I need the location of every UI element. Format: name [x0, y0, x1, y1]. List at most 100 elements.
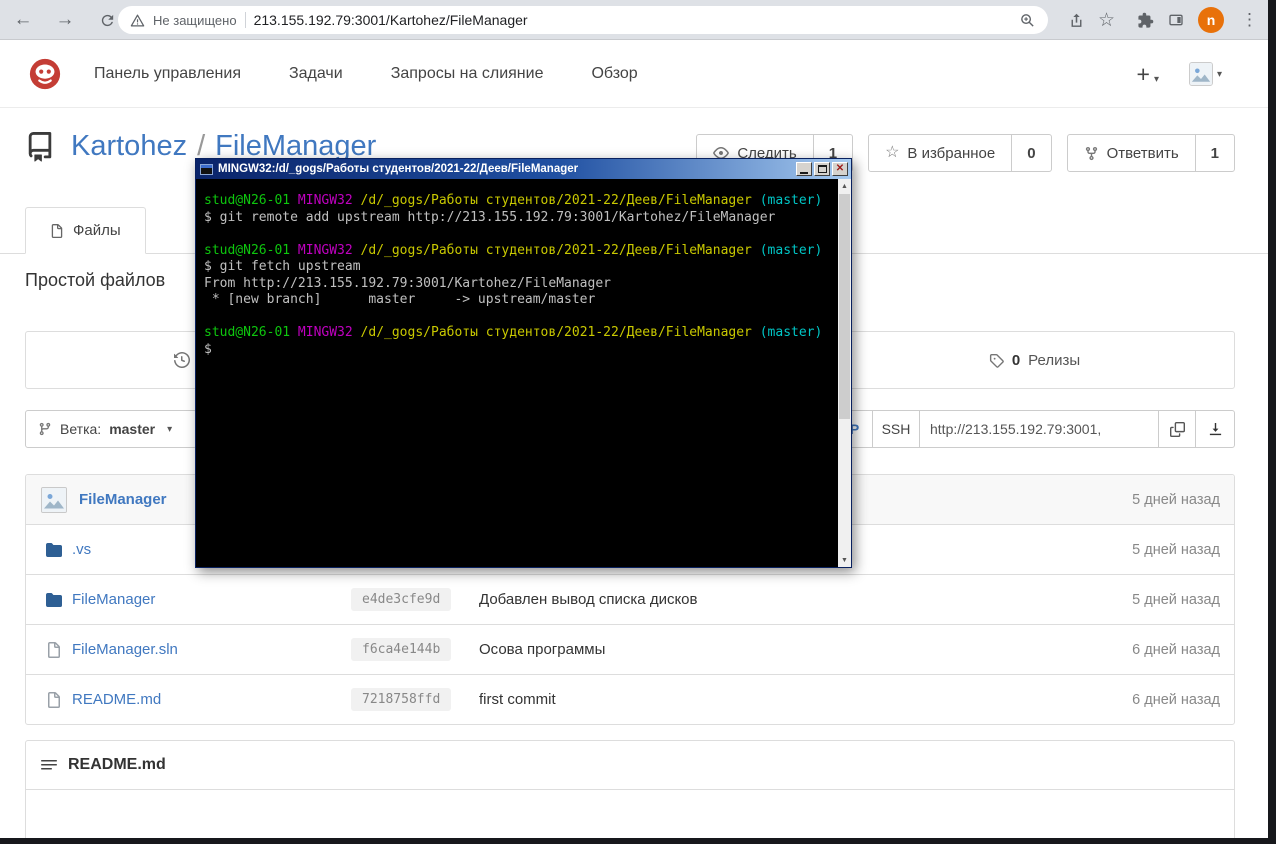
gogs-logo[interactable]	[28, 57, 62, 91]
file-name-link[interactable]: README.md	[72, 691, 161, 708]
releases-stat[interactable]: 0 Релизы	[833, 332, 1236, 388]
releases-count: 0	[1011, 351, 1021, 369]
gogs-navbar-right: + ▾ ▾	[1137, 61, 1223, 88]
download-button[interactable]	[1195, 410, 1235, 448]
file-icon	[46, 641, 62, 658]
repo-owner-link[interactable]: Kartohez	[71, 130, 187, 163]
security-label: Не защищено	[153, 12, 237, 28]
releases-label: Релизы	[1028, 351, 1081, 369]
readme-body	[25, 790, 1235, 838]
latest-commit-author[interactable]: FileManager	[79, 491, 167, 508]
reload-button[interactable]	[94, 7, 120, 33]
share-icon[interactable]	[1068, 12, 1085, 29]
terminal-output[interactable]: stud@N26-01 MINGW32 /d/_gogs/Работы студ…	[196, 179, 838, 567]
bookmark-star-icon[interactable]: ☆	[1098, 11, 1115, 30]
reload-icon	[101, 14, 113, 26]
file-icon	[50, 223, 64, 238]
clone-url-group: HTTP SSH	[809, 410, 1235, 448]
scroll-down-arrow[interactable]: ▼	[838, 553, 851, 567]
book-list-icon	[41, 757, 57, 773]
window-controls: ✕	[796, 162, 848, 176]
readme-title: README.md	[68, 756, 166, 773]
maximize-button[interactable]	[814, 162, 830, 176]
browser-toolbar: ← → Не защищено 213.155.192.79:3001/Kart…	[0, 0, 1268, 40]
nav-explore[interactable]: Обзор	[591, 65, 637, 83]
minimize-button[interactable]	[796, 162, 812, 176]
repo-description: Простой файлов	[25, 270, 166, 290]
file-name-link[interactable]: .vs	[72, 541, 91, 558]
terminal-titlebar[interactable]: MINGW32:/d/_gogs/Работы студентов/2021-2…	[196, 159, 851, 179]
branch-name: master	[109, 421, 156, 437]
zoom-icon[interactable]	[1019, 12, 1036, 29]
clone-url-input[interactable]	[919, 410, 1159, 448]
scrollbar-thumb[interactable]	[839, 194, 850, 419]
commit-hash-badge[interactable]: e4de3cfe9d	[351, 588, 452, 611]
fork-count[interactable]: 1	[1194, 134, 1235, 172]
fork-label: Ответвить	[1106, 144, 1179, 162]
star-button[interactable]: ☆ В избранное	[868, 134, 1013, 172]
table-row: README.md 7218758ffd first commit 6 дней на…	[26, 674, 1234, 724]
chevron-down-icon: ▾	[1216, 68, 1222, 80]
back-button[interactable]: ←	[10, 7, 36, 33]
folder-icon	[46, 592, 62, 608]
gogs-menu: Панель управления Задачи Запросы на слия…	[94, 65, 638, 83]
commits-history-icon[interactable]	[174, 352, 190, 368]
download-icon	[1208, 422, 1223, 437]
side-panel-icon[interactable]	[1167, 12, 1185, 28]
terminal-window: MINGW32:/d/_gogs/Работы студентов/2021-2…	[195, 158, 852, 568]
commit-hash-badge[interactable]: f6ca4e144b	[351, 638, 452, 661]
branch-label: Ветка:	[60, 421, 102, 437]
terminal-line: * [new branch] master -> upstream/master	[204, 292, 596, 307]
repo-book-icon	[25, 131, 55, 162]
address-bar[interactable]: Не защищено 213.155.192.79:3001/Kartohez…	[118, 6, 1048, 34]
toolbar-right: ☆ n ⋮	[1068, 0, 1262, 40]
terminal-line: stud@N26-01 MINGW32 /d/_gogs/Работы студ…	[204, 193, 823, 208]
commit-message[interactable]: Осова программы	[479, 641, 1045, 658]
latest-commit-age: 5 дней назад	[1132, 491, 1220, 508]
nav-pull-requests[interactable]: Запросы на слияние	[391, 65, 544, 83]
terminal-app-icon	[200, 163, 213, 175]
star-label: В избранное	[907, 144, 996, 162]
committer-avatar	[41, 486, 67, 513]
commit-message[interactable]: first commit	[479, 691, 1045, 708]
create-new-button[interactable]: + ▾	[1137, 61, 1159, 88]
tab-files[interactable]: Файлы	[25, 207, 146, 254]
nav-issues[interactable]: Задачи	[289, 65, 343, 83]
copy-url-button[interactable]	[1158, 410, 1196, 448]
star-count[interactable]: 0	[1011, 134, 1052, 172]
nav-dashboard[interactable]: Панель управления	[94, 65, 241, 83]
minimize-icon	[800, 171, 808, 174]
close-button[interactable]: ✕	[832, 162, 848, 176]
last-modified: 5 дней назад	[1132, 541, 1220, 558]
tag-icon	[989, 353, 1004, 368]
maximize-icon	[817, 165, 827, 173]
file-name-link[interactable]: FileManager	[72, 591, 155, 608]
fork-button[interactable]: Ответвить	[1066, 134, 1196, 172]
browser-profile-avatar[interactable]: n	[1198, 7, 1224, 33]
forward-button[interactable]: →	[52, 7, 78, 33]
user-avatar	[1188, 62, 1213, 86]
ssh-protocol-button[interactable]: SSH	[872, 410, 920, 448]
terminal-line: stud@N26-01 MINGW32 /d/_gogs/Работы студ…	[204, 325, 823, 340]
last-modified: 6 дней назад	[1132, 691, 1220, 708]
user-menu[interactable]: ▾	[1188, 62, 1222, 86]
url-text[interactable]: 213.155.192.79:3001/Kartohez/FileManager	[254, 12, 1011, 28]
file-name-link[interactable]: FileManager.sln	[72, 641, 178, 658]
commit-hash-badge[interactable]: 7218758ffd	[351, 688, 452, 711]
terminal-line: $ git remote add upstream http://213.155…	[204, 209, 776, 225]
branch-selector[interactable]: Ветка: master ▾	[25, 410, 197, 448]
last-modified: 6 дней назад	[1132, 641, 1220, 658]
commit-message[interactable]: Добавлен вывод списка дисков	[479, 591, 1045, 608]
browser-menu-icon[interactable]: ⋮	[1237, 10, 1262, 30]
terminal-scrollbar[interactable]: ▲ ▼	[838, 179, 851, 567]
extensions-puzzle-icon[interactable]	[1137, 12, 1154, 29]
table-row: FileManager e4de3cfe9d Добавлен вывод спис…	[26, 574, 1234, 624]
table-row: FileManager.sln f6ca4e144b Осова программы…	[26, 624, 1234, 674]
readme-header: README.md	[25, 740, 1235, 790]
omnibox-divider	[244, 12, 246, 28]
not-secure-warning-icon	[130, 13, 145, 28]
scroll-up-arrow[interactable]: ▲	[838, 179, 851, 193]
star-icon: ☆	[885, 144, 900, 161]
